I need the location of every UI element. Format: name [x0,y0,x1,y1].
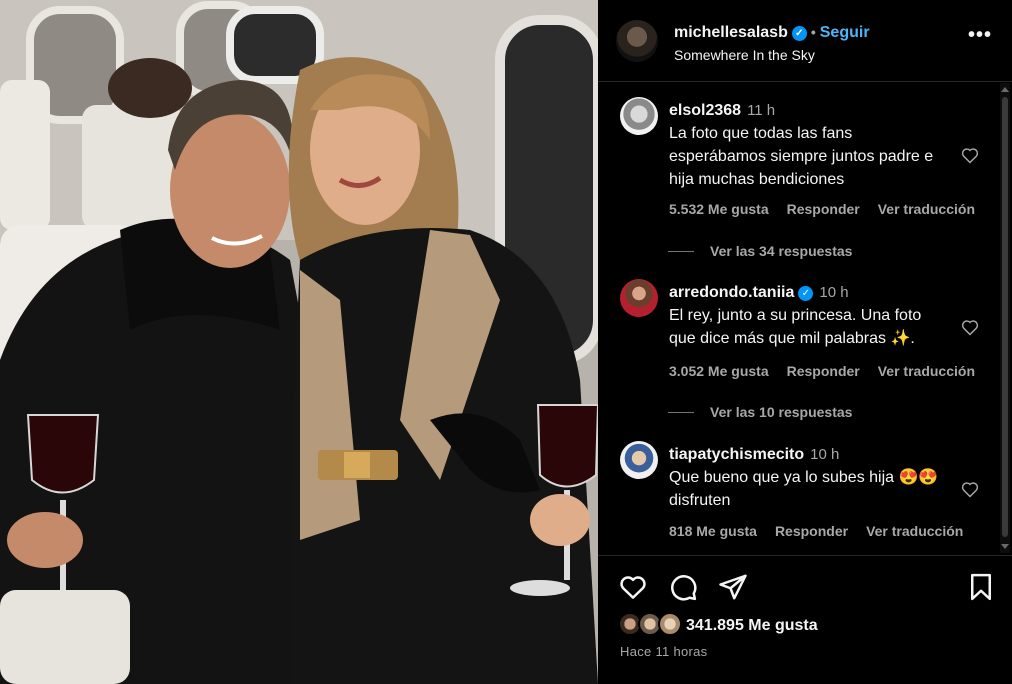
comment-text: El rey, junto a su princesa. Una foto qu… [669,307,922,347]
share-icon[interactable] [718,572,748,602]
post-header: michellesalasb ✓ • Seguir Somewhere In the … [598,0,1012,82]
scroll-thumb[interactable] [1002,97,1008,537]
reply-button[interactable]: Responder [787,201,860,217]
comment-like-heart-icon[interactable] [960,145,980,165]
commenter-username[interactable]: elsol2368 [669,102,741,119]
comment-meta: 818 Me gusta Responder Ver traducción [669,523,981,539]
post-likes-count[interactable]: 341.895 Me gusta [686,617,818,635]
translate-button[interactable]: Ver traducción [878,201,975,217]
liker-avatar [658,612,682,636]
view-replies-button[interactable]: Ver las 10 respuestas [668,404,852,420]
commenter-username[interactable]: tiapatychismecito [669,446,804,463]
post-actions: 341.895 Me gusta Hace 11 horas [598,555,1012,684]
commenter-username[interactable]: arredondo.taniia [669,284,794,301]
translate-button[interactable]: Ver traducción [866,523,963,539]
comment-time: 10 h [810,446,840,463]
verified-badge-icon: ✓ [791,26,807,41]
reply-button[interactable]: Responder [775,523,848,539]
comment-likes[interactable]: 818 Me gusta [669,523,757,539]
author-avatar[interactable] [616,20,658,62]
comment-meta: 5.532 Me gusta Responder Ver traducción [669,201,993,217]
post-details-panel: michellesalasb ✓ • Seguir Somewhere In the … [598,0,1012,684]
commenter-avatar[interactable] [620,97,658,135]
comment-body: arredondo.taniia ✓ 10 h El rey, junto a su… [669,281,949,350]
translate-button[interactable]: Ver traducción [878,363,975,379]
comment-like-heart-icon[interactable] [960,317,980,337]
heart-icon[interactable] [618,572,648,602]
comment-meta: 3.052 Me gusta Responder Ver traducción [669,363,993,379]
more-horizontal-icon[interactable]: ••• [968,25,992,45]
commenter-avatar[interactable] [620,279,658,317]
comment-time: 11 h [747,102,776,119]
post-photo-illustration [0,0,598,684]
comment-body: elsol2368 11 h La foto que todas las fans… [669,99,949,191]
post-location[interactable]: Somewhere In the Sky [674,47,815,63]
author-line: michellesalasb ✓ • Seguir [674,24,870,42]
comment-time: 10 h [819,284,849,301]
commenter-avatar[interactable] [620,441,658,479]
comment-text: La foto que todas las fans esperábamos s… [669,125,934,188]
post-photo[interactable] [0,0,598,684]
author-username[interactable]: michellesalasb [674,24,788,41]
post-time-ago[interactable]: Hace 11 horas [620,644,708,659]
separator: • [810,24,816,40]
comments-scrollbar[interactable] [1000,83,1010,553]
comment-likes[interactable]: 3.052 Me gusta [669,363,769,379]
comment-icon[interactable] [668,572,698,602]
comment-body: tiapatychismecito 10 h Que bueno que ya l… [669,443,949,512]
view-replies-button[interactable]: Ver las 34 respuestas [668,243,852,259]
follow-button[interactable]: Seguir [820,24,870,41]
verified-badge-icon: ✓ [798,286,814,301]
comment-like-heart-icon[interactable] [960,479,980,499]
bookmark-icon[interactable] [966,572,996,602]
comment-likes[interactable]: 5.532 Me gusta [669,201,769,217]
comments-list[interactable]: elsol2368 11 h La foto que todas las fans… [598,83,1012,553]
scroll-up-arrow-icon[interactable] [1001,87,1009,92]
reply-button[interactable]: Responder [787,363,860,379]
comment-text: Que bueno que ya lo subes hija 😍😍 disfru… [669,469,939,509]
scroll-down-arrow-icon[interactable] [1001,544,1009,549]
